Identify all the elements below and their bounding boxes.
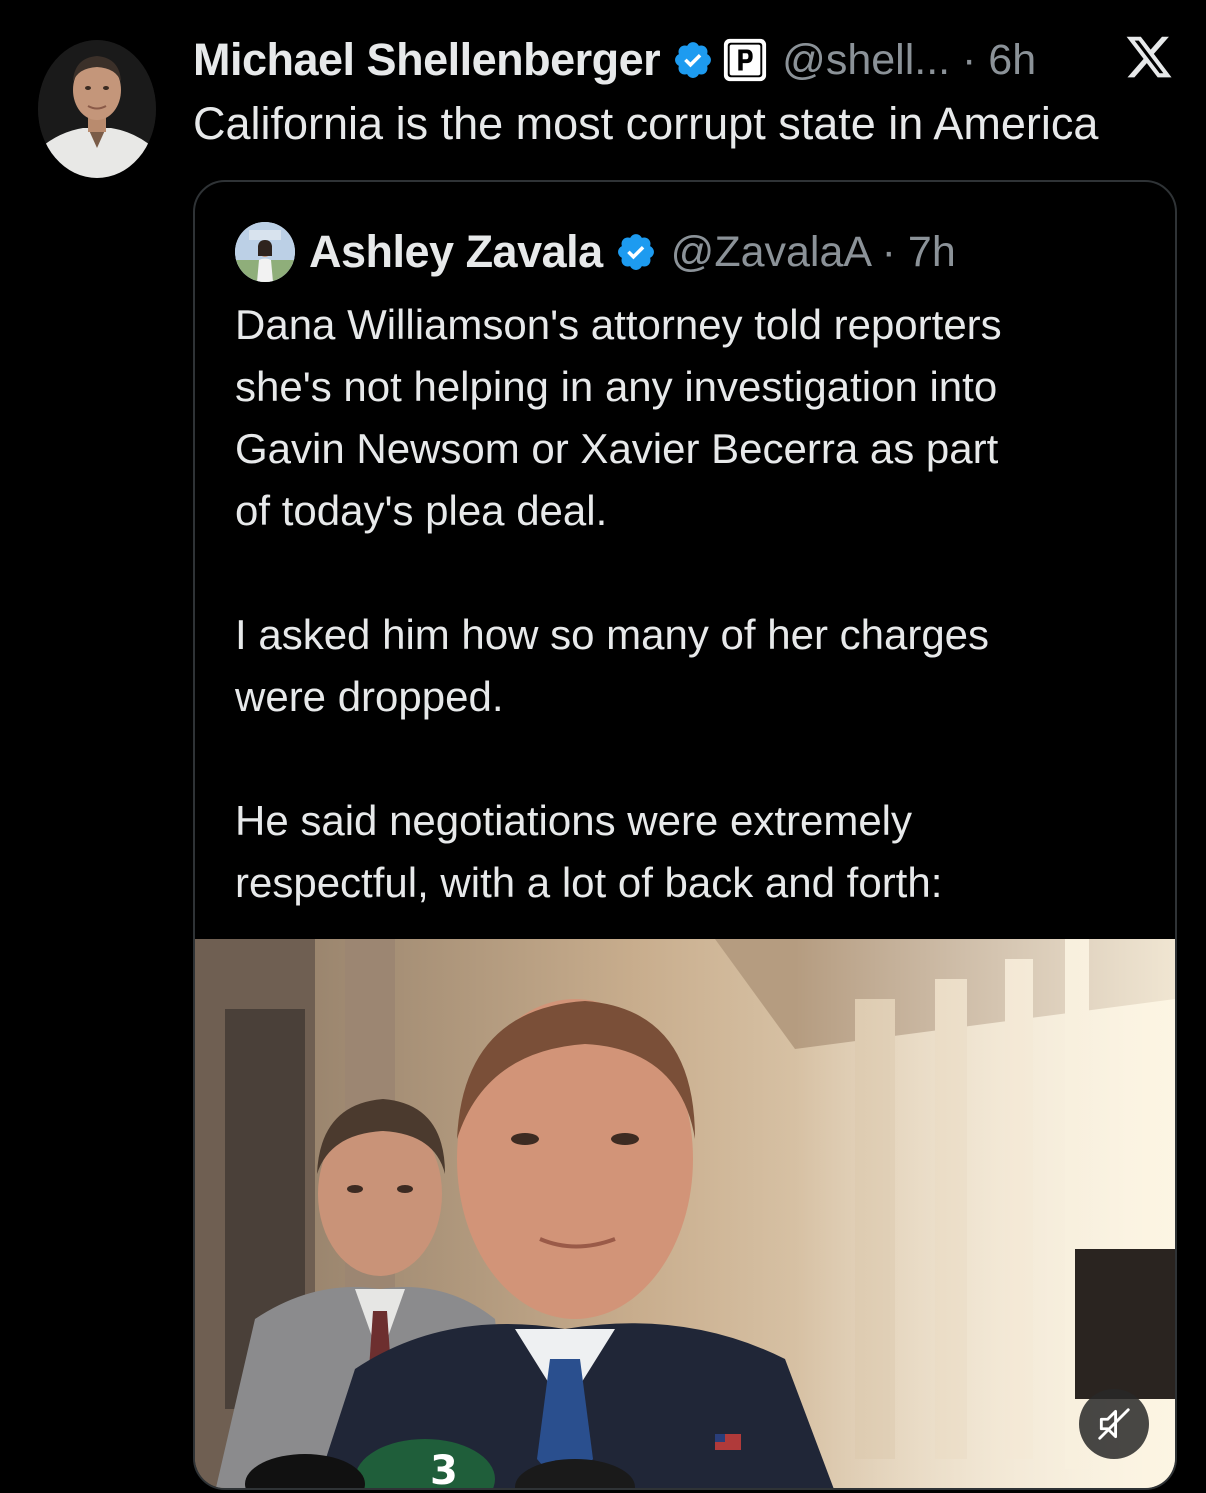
author-avatar[interactable]: [38, 40, 156, 178]
quoted-text-line: were dropped.: [235, 673, 504, 720]
quoted-tweet-text: Dana Williamson's attorney told reporter…: [235, 294, 1155, 914]
quoted-author-handle-time[interactable]: @ZavalaA · 7h: [671, 228, 956, 277]
quoted-author-avatar[interactable]: [235, 222, 295, 282]
quoted-author-name[interactable]: Ashley Zavala: [309, 226, 603, 278]
quoted-text-line: He said negotiations were extremely: [235, 797, 913, 844]
quoted-text-line: Gavin Newsom or Xavier Becerra as part: [235, 425, 999, 472]
quoted-tweet-header: Ashley Zavala @ZavalaA · 7h: [235, 220, 956, 284]
author-handle-time[interactable]: @shell... · 6h: [782, 36, 1036, 85]
mute-toggle-button[interactable]: [1079, 1389, 1149, 1459]
mic-flag-number: 3: [430, 1448, 458, 1490]
author-avatar-image: [38, 40, 156, 178]
quoted-text-line: respectful, with a lot of back and forth…: [235, 859, 943, 906]
video-frame: 3: [195, 939, 1175, 1490]
quoted-verified-badge-icon[interactable]: [615, 231, 657, 273]
quoted-author-avatar-image: [235, 222, 295, 282]
quoted-text-line: she's not helping in any investigation i…: [235, 363, 998, 410]
muted-speaker-icon: [1098, 1408, 1130, 1440]
video-player[interactable]: 3: [195, 939, 1175, 1490]
verified-badge-icon[interactable]: [672, 39, 714, 81]
quoted-tweet-card[interactable]: Ashley Zavala @ZavalaA · 7h Dana William…: [193, 180, 1177, 1490]
quoted-text-line: Dana Williamson's attorney told reporter…: [235, 301, 1002, 348]
p-badge-icon[interactable]: [722, 37, 768, 83]
quoted-text-line: I asked him how so many of her charges: [235, 611, 990, 658]
tweet-header: Michael Shellenberger @shell... · 6h: [193, 30, 1036, 90]
x-logo-icon[interactable]: [1124, 32, 1174, 82]
quoted-text-line: of today's plea deal.: [235, 487, 608, 534]
tweet-text: California is the most corrupt state in …: [193, 98, 1099, 149]
author-name[interactable]: Michael Shellenberger: [193, 34, 661, 86]
